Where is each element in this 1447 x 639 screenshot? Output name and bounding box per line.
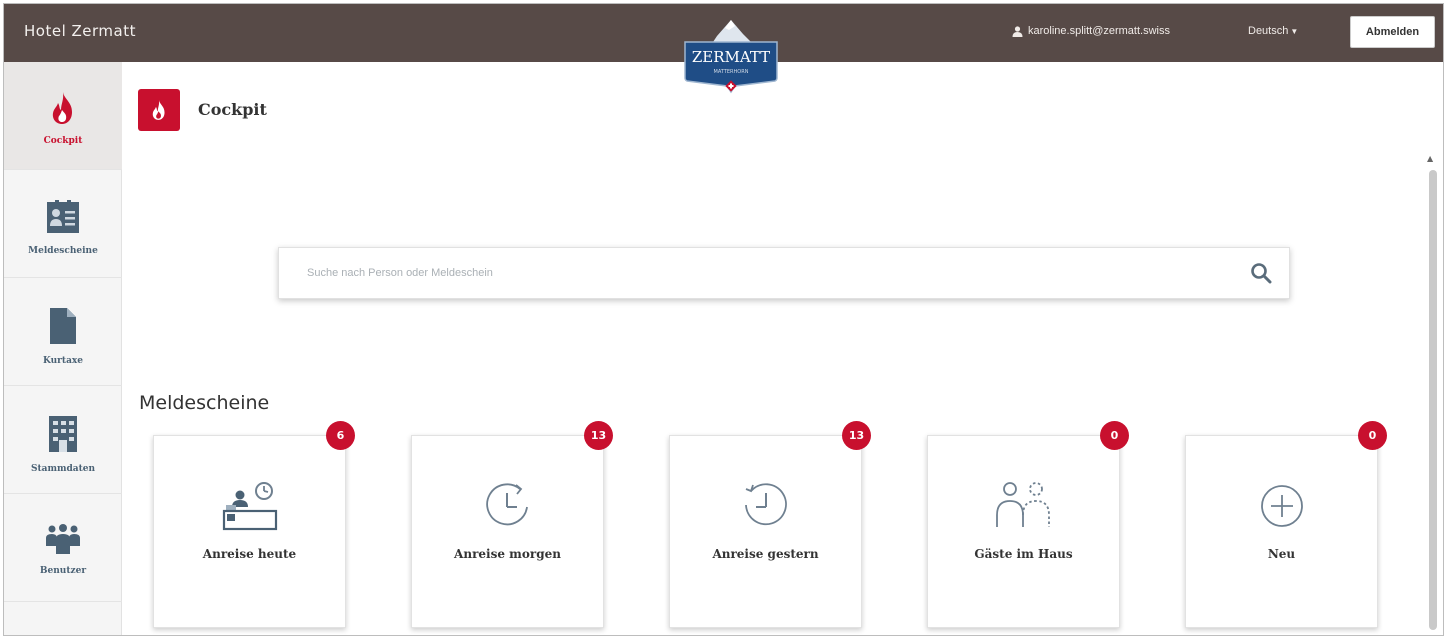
clock-forward-icon [485, 483, 528, 526]
caret-down-icon: ▼ [1290, 27, 1299, 36]
search-box [278, 247, 1290, 299]
user-icon [1012, 25, 1023, 37]
sidebar-item-cockpit[interactable]: Cockpit [4, 62, 122, 170]
sidebar-item-label: Stammdaten [30, 464, 96, 474]
sidebar-item-benutzer[interactable]: Benutzer [4, 494, 122, 602]
sidebar-item-stammdaten[interactable]: Stammdaten [4, 386, 122, 494]
flame-icon [152, 100, 165, 120]
sidebar-item-label: Benutzer [39, 566, 87, 576]
logout-button[interactable]: Abmelden [1350, 16, 1435, 48]
top-bar: Hotel Zermatt ZERMATT MATTERHORN karolin… [4, 4, 1443, 94]
card-neu[interactable]: 0 Neu [1185, 421, 1387, 628]
card-label: Neu [1267, 547, 1296, 561]
page-title: Cockpit [198, 100, 267, 119]
zermatt-logo[interactable]: ZERMATT MATTERHORN [677, 20, 785, 100]
count-badge: 13 [842, 421, 871, 450]
sidebar-item-label: Kurtaxe [43, 356, 83, 366]
language-dropdown[interactable]: Deutsch ▼ [1248, 25, 1298, 37]
scrollbar-thumb[interactable] [1429, 170, 1437, 630]
building-icon [49, 416, 77, 452]
search-input[interactable] [279, 248, 1229, 298]
scrollbar[interactable]: ▲ [1425, 154, 1439, 634]
sidebar-item-meldescheine[interactable]: Meldescheine [4, 170, 122, 278]
card-anreise-morgen[interactable]: 13 Anreise morgen [411, 421, 613, 628]
count-badge: 0 [1100, 421, 1129, 450]
count-badge: 6 [326, 421, 355, 450]
count-badge: 0 [1358, 421, 1387, 450]
card-label: Anreise heute [202, 547, 297, 561]
page-icon [138, 89, 180, 131]
sidebar-item-label: Meldescheine [28, 246, 98, 256]
flame-icon [52, 92, 72, 124]
section-title: Meldescheine [139, 392, 270, 414]
user-menu[interactable]: karoline.splitt@zermatt.swiss [1012, 25, 1170, 37]
card-gaeste-im-haus[interactable]: 0 Gäste im Haus [927, 421, 1129, 628]
main-content: Cockpit ▲ Meldescheine 6 [123, 62, 1443, 635]
plus-circle-icon [1260, 485, 1303, 527]
id-card-icon [47, 200, 79, 233]
card-label: Anreise gestern [712, 547, 819, 561]
sidebar: Cockpit Meldescheine Kurtaxe Stammdaten … [4, 62, 122, 635]
logo-text: ZERMATT [692, 48, 770, 66]
card-label: Anreise morgen [454, 547, 561, 561]
card-label: Gäste im Haus [974, 547, 1073, 561]
sidebar-item-label: Cockpit [43, 136, 83, 146]
search-icon[interactable] [1250, 262, 1272, 284]
scroll-up-icon[interactable]: ▲ [1427, 154, 1433, 163]
card-anreise-gestern[interactable]: 13 Anreise gestern [669, 421, 871, 628]
app-title: Hotel Zermatt [24, 22, 136, 40]
users-icon [46, 524, 80, 554]
sidebar-item-kurtaxe[interactable]: Kurtaxe [4, 278, 122, 386]
user-email: karoline.splitt@zermatt.swiss [1028, 25, 1170, 37]
logo-subtext: MATTERHORN [714, 69, 749, 75]
language-label: Deutsch [1248, 25, 1289, 37]
count-badge: 13 [584, 421, 613, 450]
card-anreise-heute[interactable]: 6 Anreise heute [153, 421, 355, 628]
document-icon [50, 308, 76, 344]
guests-icon [995, 482, 1050, 527]
app-window: Hotel Zermatt ZERMATT MATTERHORN karolin… [3, 3, 1444, 636]
reception-desk-icon [222, 482, 277, 531]
clock-history-icon [744, 483, 787, 526]
